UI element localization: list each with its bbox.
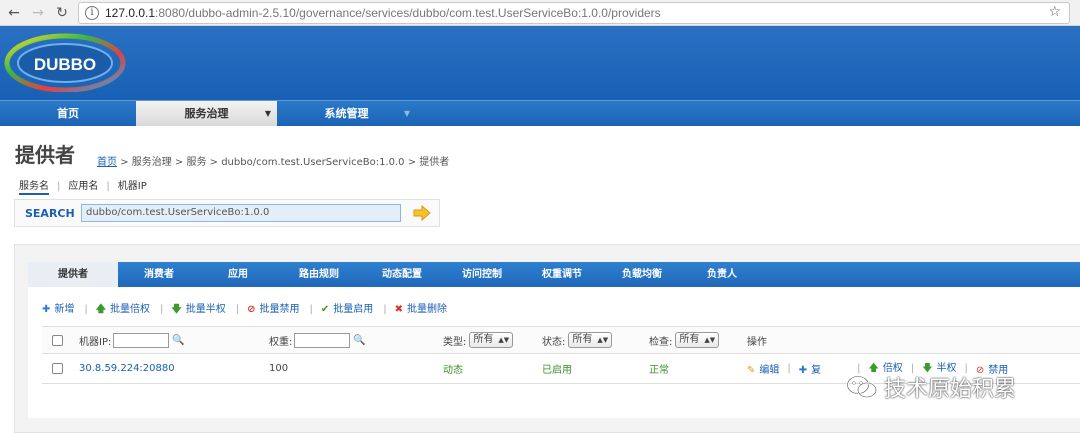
- watermark-text: 技术原始积累: [884, 377, 1017, 402]
- chevron-down-icon: ▼: [403, 109, 410, 118]
- tab-dynamic-config[interactable]: 动态配置: [362, 262, 442, 287]
- table-header: 机器IP: 🔍 权重: 🔍 类型: 所有 ▲▼ 状态: 所有 ▲▼ 检查: 所有 ▲▼…: [42, 326, 1080, 354]
- type-filter-select[interactable]: 所有 ▲▼: [469, 332, 514, 348]
- cross-icon: ✖: [394, 304, 403, 315]
- batch-actions: ✚ 新增 | 🡅 批量倍权 | 🡇 批量半权 | ⊘ 批量禁用 | ✔ 批量启用 | ✖ 批量删除: [42, 300, 449, 319]
- search-tab-ip[interactable]: 机器IP: [118, 177, 147, 192]
- down-arrow-icon: 🡇: [171, 304, 182, 315]
- check-column-label: 检查:: [649, 336, 673, 348]
- batch-delete-button[interactable]: ✖ 批量删除: [395, 300, 447, 315]
- weight-column-label: 权重:: [269, 336, 293, 348]
- pencil-icon: ✎: [747, 365, 756, 376]
- main-menu: 首页 服务治理 ▼ 系统管理 ▼: [0, 100, 1080, 126]
- edit-button[interactable]: ✎ 编辑: [747, 361, 779, 376]
- page-title: 提供者: [15, 143, 75, 167]
- select-arrows-icon: ▲▼: [597, 336, 609, 344]
- tab-applications[interactable]: 应用: [200, 262, 276, 287]
- tab-load-balance[interactable]: 负载均衡: [602, 262, 682, 287]
- arrow-right-icon[interactable]: [413, 205, 431, 221]
- tab-consumers[interactable]: 消费者: [118, 262, 200, 287]
- tab-owner[interactable]: 负责人: [682, 262, 762, 287]
- watermark: 技术原始积累: [846, 372, 1016, 402]
- forward-icon[interactable]: →: [28, 3, 48, 23]
- row-checkbox[interactable]: [52, 363, 63, 374]
- status-filter-select[interactable]: 所有 ▲▼: [568, 332, 613, 348]
- search-tab-service[interactable]: 服务名: [19, 177, 49, 195]
- search-scope-tabs: 服务名 | 应用名 | 机器IP: [19, 177, 147, 195]
- logo-text: DUBBO: [34, 55, 96, 74]
- tab-weight[interactable]: 权重调节: [522, 262, 602, 287]
- type-column-label: 类型:: [443, 336, 467, 348]
- up-arrow-icon: 🡅: [95, 304, 107, 315]
- weight-filter-input[interactable]: [294, 332, 351, 348]
- batch-half-weight-button[interactable]: 🡇 批量半权: [171, 300, 225, 319]
- info-icon[interactable]: i: [85, 6, 99, 20]
- browser-toolbar: ← → ↻ i 127.0.0.1:8080/dubbo-admin-2.5.1…: [0, 0, 1080, 26]
- select-arrows-icon: ▲▼: [704, 336, 716, 344]
- ip-column-label: 机器IP:: [79, 336, 112, 348]
- app-header: DUBBO: [0, 26, 1080, 100]
- forbid-icon: ⊘: [247, 304, 256, 315]
- search-icon[interactable]: 🔍: [353, 335, 365, 346]
- reload-icon[interactable]: ↻: [52, 3, 72, 23]
- provider-weight: 100: [269, 363, 289, 374]
- address-bar[interactable]: i 127.0.0.1:8080/dubbo-admin-2.5.10/gove…: [78, 2, 1070, 24]
- ops-column-label: 操作: [747, 336, 767, 348]
- wechat-icon: [846, 375, 878, 399]
- provider-ip-link[interactable]: 30.8.59.224:20880: [79, 354, 175, 383]
- provider-tabs: 提供者 消费者 应用 路由规则 动态配置 访问控制 权重调节 负载均衡 负责人: [28, 262, 1080, 287]
- tab-providers[interactable]: 提供者: [28, 262, 118, 287]
- batch-double-weight-button[interactable]: 🡅 批量倍权: [96, 300, 150, 319]
- plus-icon: ✚: [42, 304, 51, 315]
- check-icon: ✔: [320, 304, 330, 315]
- chevron-down-icon: ▼: [264, 109, 271, 118]
- dubbo-logo[interactable]: DUBBO: [4, 30, 126, 92]
- bookmark-star-icon[interactable]: ☆: [1048, 4, 1061, 20]
- status-column-label: 状态:: [542, 336, 566, 348]
- plus-icon: ✚: [798, 365, 808, 376]
- copy-button[interactable]: ✚ 复: [799, 361, 821, 376]
- menu-item-service-governance[interactable]: 服务治理 ▼: [136, 101, 277, 126]
- tab-routes[interactable]: 路由规则: [276, 262, 362, 287]
- select-all-checkbox[interactable]: [52, 334, 63, 346]
- batch-disable-button[interactable]: ⊘ 批量禁用: [247, 300, 299, 315]
- batch-enable-button[interactable]: ✔ 批量启用: [321, 300, 373, 315]
- search-label: SEARCH: [25, 207, 75, 220]
- add-button[interactable]: ✚ 新增: [42, 300, 74, 315]
- menu-item-home[interactable]: 首页: [0, 101, 136, 126]
- url-text[interactable]: 127.0.0.1:8080/dubbo-admin-2.5.10/govern…: [105, 6, 661, 20]
- provider-type: 动态: [443, 365, 463, 376]
- search-box: SEARCH dubbo/com.test.UserServiceBo:1.0.…: [14, 199, 440, 227]
- tab-access-control[interactable]: 访问控制: [442, 262, 522, 287]
- select-arrows-icon: ▲▼: [498, 336, 510, 344]
- breadcrumb: 首页 > 服务治理 > 服务 > dubbo/com.test.UserServ…: [97, 157, 450, 168]
- back-icon[interactable]: ←: [4, 3, 24, 23]
- search-icon[interactable]: 🔍: [172, 335, 184, 346]
- search-input[interactable]: dubbo/com.test.UserServiceBo:1.0.0: [81, 204, 401, 222]
- search-tab-application[interactable]: 应用名: [68, 177, 98, 192]
- provider-status: 已启用: [542, 365, 572, 376]
- ip-filter-input[interactable]: [113, 332, 170, 348]
- check-filter-select[interactable]: 所有 ▲▼: [675, 332, 720, 348]
- provider-check: 正常: [649, 365, 669, 376]
- page-heading: 提供者 首页 > 服务治理 > 服务 > dubbo/com.test.User…: [0, 126, 1080, 176]
- menu-item-system-management[interactable]: 系统管理 ▼: [277, 101, 416, 126]
- breadcrumb-home-link[interactable]: 首页: [97, 157, 117, 168]
